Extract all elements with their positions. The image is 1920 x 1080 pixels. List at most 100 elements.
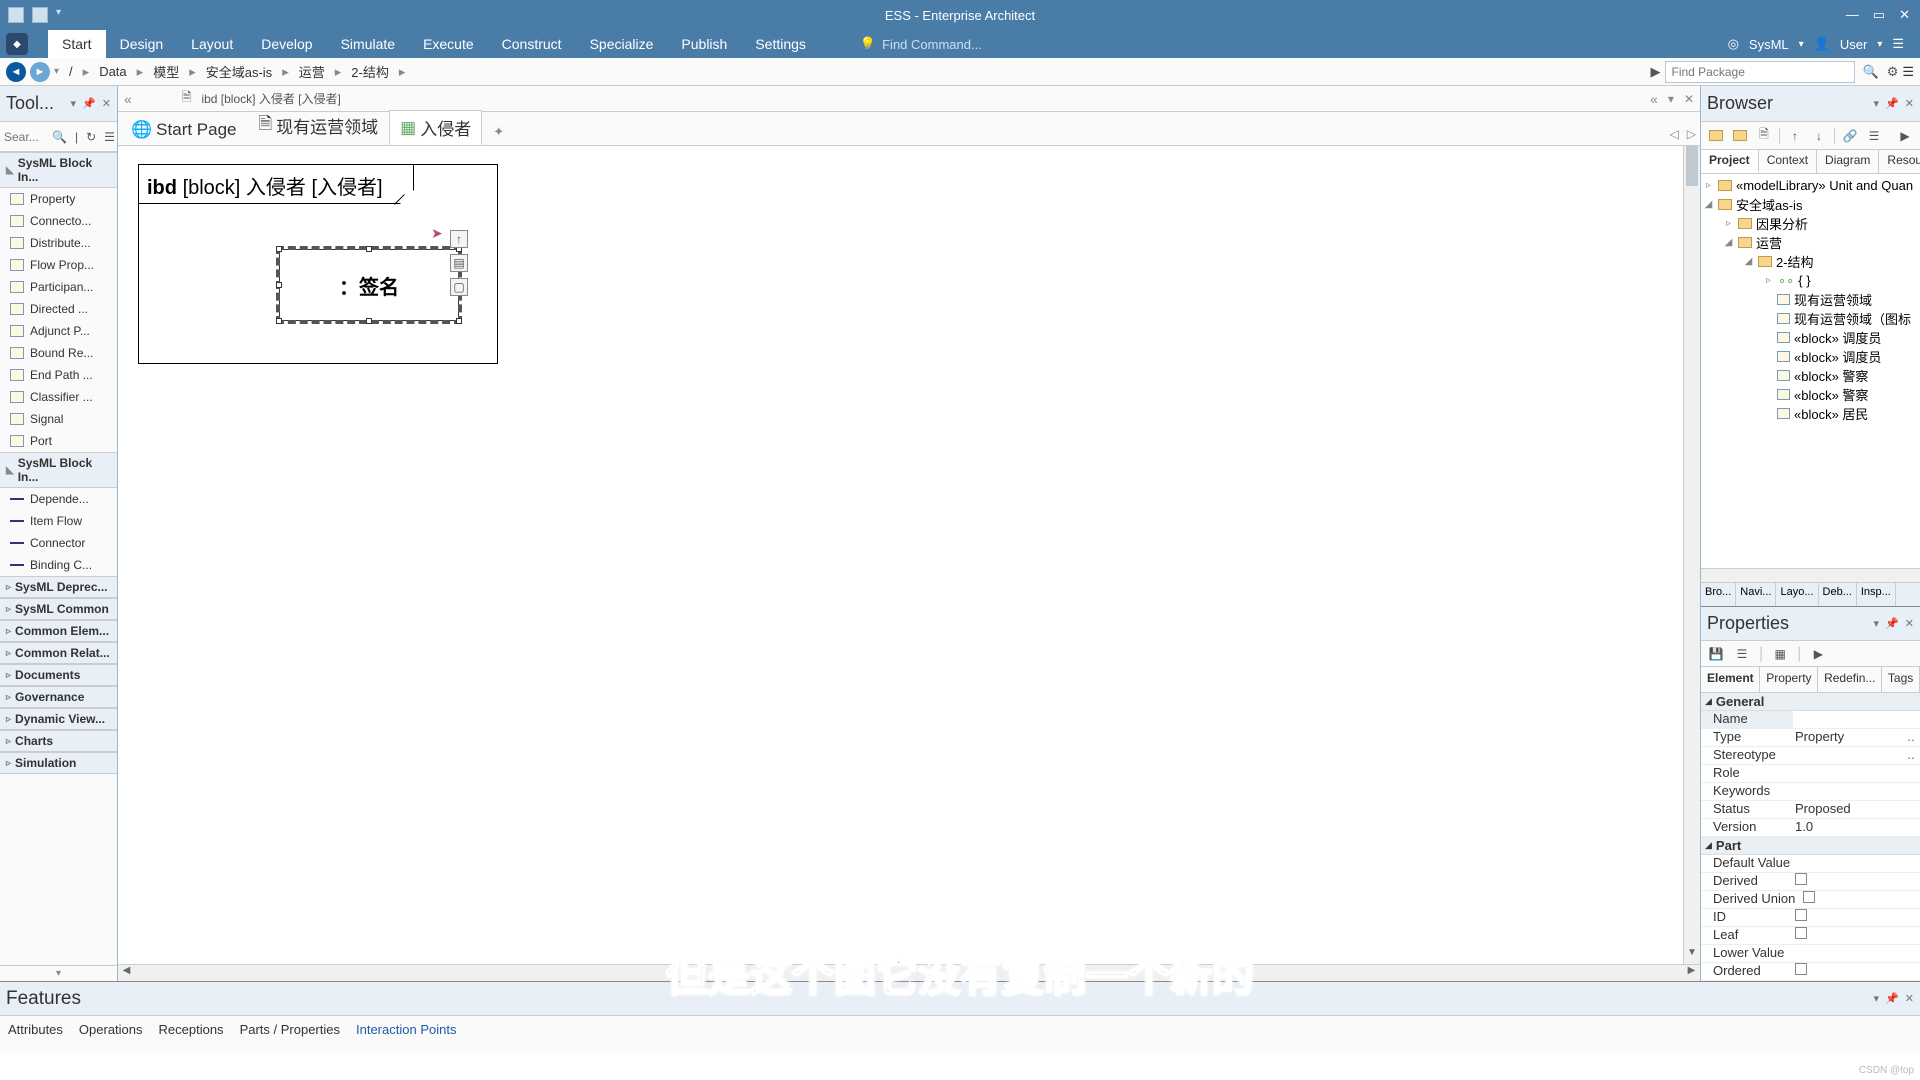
browser-tab-project[interactable]: Project bbox=[1701, 150, 1759, 173]
toolbox-category-1[interactable]: ◣SysML Block In... bbox=[0, 152, 117, 188]
block-element-signature[interactable]: ：签名 bbox=[279, 249, 459, 321]
toolbox-search-input[interactable] bbox=[4, 130, 48, 144]
down-arrow-icon[interactable]: ↓ bbox=[1810, 128, 1828, 144]
quicklink-element-icon[interactable]: ▢ bbox=[450, 278, 468, 296]
crumb-root[interactable]: / bbox=[63, 64, 79, 79]
strip-close-icon[interactable]: ✕ bbox=[1684, 92, 1694, 106]
panel-pin-icon[interactable]: 📌 bbox=[1885, 97, 1899, 110]
quicklink-up-icon[interactable]: ↑ bbox=[450, 230, 468, 248]
nav-dropdown-icon[interactable]: ▾ bbox=[54, 66, 59, 77]
tree-node[interactable]: 运营 bbox=[1756, 233, 1782, 252]
refresh-icon[interactable]: ↻ bbox=[86, 130, 96, 144]
tree-horizontal-scrollbar[interactable] bbox=[1701, 568, 1920, 582]
tree-node[interactable]: 现有运营领域（图标 bbox=[1794, 309, 1911, 328]
settings-icon[interactable]: ⚙ bbox=[1887, 64, 1899, 80]
ribbon-tab-execute[interactable]: Execute bbox=[409, 30, 488, 58]
tree-node[interactable]: «block» 居民 bbox=[1794, 404, 1868, 423]
toolbox-category[interactable]: ▹Documents bbox=[0, 664, 117, 686]
toolbox-item[interactable]: Depende... bbox=[0, 488, 117, 510]
ribbon-tab-settings[interactable]: Settings bbox=[741, 30, 820, 58]
props-tab-tags[interactable]: Tags bbox=[1882, 667, 1920, 692]
tree-node[interactable]: «modelLibrary» Unit and Quan bbox=[1736, 178, 1913, 193]
panel-pin-icon[interactable]: 📌 bbox=[82, 97, 96, 110]
element-icon[interactable]: ▦ bbox=[1771, 646, 1789, 662]
find-package-input[interactable] bbox=[1665, 61, 1855, 83]
toolbox-item[interactable]: Connecto... bbox=[0, 210, 117, 232]
quicklink-compartment-icon[interactable]: ▤ bbox=[450, 254, 468, 272]
forward-icon[interactable]: ▶ bbox=[1896, 128, 1914, 144]
toolbox-item[interactable]: Signal bbox=[0, 408, 117, 430]
toolbox-item[interactable]: Port bbox=[0, 430, 117, 452]
btab-debug[interactable]: Deb... bbox=[1819, 583, 1857, 606]
crumb-struct[interactable]: 2-结构 bbox=[345, 62, 395, 81]
toolbox-category[interactable]: ▹SysML Deprec... bbox=[0, 576, 117, 598]
hamburger-icon[interactable]: ☰ bbox=[1892, 36, 1904, 52]
minimize-button[interactable]: — bbox=[1846, 7, 1859, 23]
qat-icon-1[interactable] bbox=[8, 7, 24, 23]
nav-play-icon[interactable]: ▶ bbox=[1651, 64, 1661, 80]
leaf-checkbox[interactable] bbox=[1795, 927, 1807, 939]
panel-close-icon[interactable]: ✕ bbox=[1905, 617, 1914, 630]
panel-pin-icon[interactable]: 📌 bbox=[1885, 617, 1899, 630]
toolbox-item[interactable]: Directed ... bbox=[0, 298, 117, 320]
ellipsis-button[interactable]: .. bbox=[1902, 729, 1920, 746]
props-tab-property[interactable]: Property bbox=[1760, 667, 1818, 692]
tree-node[interactable]: 因果分析 bbox=[1756, 214, 1808, 233]
derived-checkbox[interactable] bbox=[1795, 873, 1807, 885]
tree-node[interactable]: «block» 调度员 bbox=[1794, 328, 1881, 347]
id-checkbox[interactable] bbox=[1795, 909, 1807, 921]
ribbon-tab-construct[interactable]: Construct bbox=[488, 30, 576, 58]
feature-tab-parts[interactable]: Parts / Properties bbox=[240, 1022, 340, 1037]
tab-new-button[interactable]: ✦ bbox=[482, 119, 515, 145]
maximize-button[interactable]: ▭ bbox=[1873, 7, 1885, 23]
props-tab-element[interactable]: Element bbox=[1701, 667, 1760, 692]
diagram-canvas[interactable]: ibd [block] 入侵者 [入侵者] ：签名 ↑ ▤ ▢ ➤ ▲▼ bbox=[118, 146, 1700, 981]
tree-node[interactable]: «block» 调度员 bbox=[1794, 347, 1881, 366]
perspective-dropdown-icon[interactable]: ▾ bbox=[1799, 39, 1804, 50]
props-tab-redefined[interactable]: Redefin... bbox=[1818, 667, 1882, 692]
hamburger-icon[interactable]: ☰ bbox=[104, 130, 115, 144]
panel-dropdown-icon[interactable]: ▾ bbox=[71, 97, 77, 110]
chevron-double-left-icon[interactable]: « bbox=[124, 91, 132, 107]
toolbox-item[interactable]: Distribute... bbox=[0, 232, 117, 254]
toolbox-category[interactable]: ▹Simulation bbox=[0, 752, 117, 774]
toolbox-category[interactable]: ▹Charts bbox=[0, 730, 117, 752]
panel-dropdown-icon[interactable]: ▾ bbox=[1874, 97, 1880, 110]
toolbox-item[interactable]: Bound Re... bbox=[0, 342, 117, 364]
browser-tab-diagram[interactable]: Diagram bbox=[1817, 150, 1879, 173]
panel-close-icon[interactable]: ✕ bbox=[1905, 992, 1914, 1005]
feature-tab-operations[interactable]: Operations bbox=[79, 1022, 143, 1037]
toolbox-category[interactable]: ▹Common Elem... bbox=[0, 620, 117, 642]
hamburger-icon-2[interactable]: ☰ bbox=[1902, 64, 1914, 80]
crumb-model[interactable]: 模型 bbox=[147, 62, 185, 81]
toolbox-item[interactable]: Item Flow bbox=[0, 510, 117, 532]
toolbox-item[interactable]: Connector bbox=[0, 532, 117, 554]
toolbox-category[interactable]: ▹Common Relat... bbox=[0, 642, 117, 664]
tree-node[interactable]: 现有运营领域 bbox=[1794, 290, 1872, 309]
diagram-icon[interactable]: 🗎 bbox=[1755, 128, 1773, 144]
tab-nav-left-icon[interactable]: ◁ bbox=[1666, 123, 1683, 145]
panel-close-icon[interactable]: ✕ bbox=[1905, 97, 1914, 110]
ribbon-tab-layout[interactable]: Layout bbox=[177, 30, 247, 58]
tree-node[interactable]: 2-结构 bbox=[1776, 252, 1814, 271]
search-icon[interactable]: 🔍 bbox=[1859, 64, 1883, 80]
ordered-checkbox[interactable] bbox=[1795, 963, 1807, 975]
crumb-ops[interactable]: 运营 bbox=[293, 62, 331, 81]
panel-dropdown-icon[interactable]: ▾ bbox=[1874, 992, 1880, 1005]
search-icon[interactable]: 🔍 bbox=[52, 130, 67, 144]
toolbox-item[interactable]: Binding C... bbox=[0, 554, 117, 576]
list-icon[interactable]: ☰ bbox=[1733, 646, 1751, 662]
browser-tab-context[interactable]: Context bbox=[1759, 150, 1817, 173]
tree-node[interactable]: «block» 警察 bbox=[1794, 385, 1868, 404]
nav-forward-button[interactable]: ► bbox=[30, 62, 50, 82]
qat-icon-2[interactable] bbox=[32, 7, 48, 23]
toolbox-category-2[interactable]: ◣SysML Block In... bbox=[0, 452, 117, 488]
up-arrow-icon[interactable]: ↑ bbox=[1786, 128, 1804, 144]
btab-browser[interactable]: Bro... bbox=[1701, 583, 1736, 606]
feature-tab-attributes[interactable]: Attributes bbox=[8, 1022, 63, 1037]
toolbox-item[interactable]: End Path ... bbox=[0, 364, 117, 386]
qat-dropdown-icon[interactable]: ▾ bbox=[56, 7, 61, 23]
panel-pin-icon[interactable]: 📌 bbox=[1885, 992, 1899, 1005]
folder-open-icon[interactable] bbox=[1731, 128, 1749, 144]
btab-layout[interactable]: Layo... bbox=[1776, 583, 1818, 606]
